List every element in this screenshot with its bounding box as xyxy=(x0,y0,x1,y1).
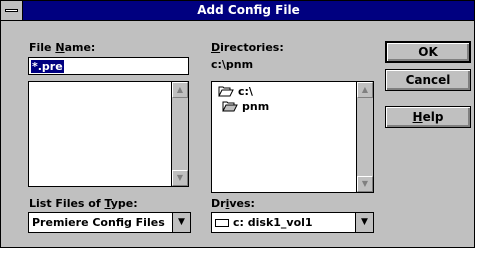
scroll-down-arrow-icon[interactable]: ▼ xyxy=(172,170,188,186)
open-folder-icon xyxy=(218,86,234,97)
file-type-value: Premiere Config Files xyxy=(32,216,165,229)
scroll-up-arrow-icon[interactable]: ▲ xyxy=(172,82,188,98)
file-name-input[interactable]: *.pre xyxy=(28,57,189,75)
system-menu-icon xyxy=(5,9,18,12)
directory-item-pnm[interactable]: pnm xyxy=(222,100,269,113)
title-bar: Add Config File xyxy=(1,1,474,21)
directory-item-c[interactable]: c:\ xyxy=(218,85,253,98)
directory-list[interactable]: c:\ pnm ▲ ▼ xyxy=(211,81,374,193)
file-name-value: *.pre xyxy=(31,60,64,73)
open-folder-icon xyxy=(222,101,238,112)
system-menu-button[interactable] xyxy=(1,1,23,20)
dropdown-arrow-icon[interactable]: ▼ xyxy=(355,213,373,232)
cancel-button[interactable]: Cancel xyxy=(385,69,471,91)
directory-item-label: c:\ xyxy=(238,85,253,98)
scroll-down-arrow-icon[interactable]: ▼ xyxy=(357,176,373,192)
file-type-select[interactable]: Premiere Config Files ▼ xyxy=(28,212,191,233)
drives-label: Drives: xyxy=(211,197,255,210)
directory-list-scrollbar[interactable]: ▲ ▼ xyxy=(356,82,373,192)
drives-value: c: disk1_vol1 xyxy=(215,216,313,229)
window-title: Add Config File xyxy=(197,3,300,17)
current-directory-path: c:\pnm xyxy=(211,58,254,71)
file-type-label: List Files of Type: xyxy=(29,197,138,210)
file-name-label: File Name: xyxy=(29,41,96,54)
file-list-scrollbar[interactable]: ▲ ▼ xyxy=(171,82,188,186)
dropdown-arrow-icon[interactable]: ▼ xyxy=(172,213,190,232)
directory-item-label: pnm xyxy=(242,100,270,113)
file-list[interactable]: ▲ ▼ xyxy=(28,81,189,187)
drive-icon xyxy=(215,219,229,227)
drives-select[interactable]: c: disk1_vol1 ▼ xyxy=(211,212,374,233)
scroll-up-arrow-icon[interactable]: ▲ xyxy=(357,82,373,98)
help-button[interactable]: Help xyxy=(385,106,471,128)
directories-label: Directories: xyxy=(211,41,284,54)
ok-button[interactable]: OK xyxy=(385,41,471,63)
add-config-file-dialog: Add Config File File Name: *.pre ▲ ▼ Dir… xyxy=(0,0,475,248)
